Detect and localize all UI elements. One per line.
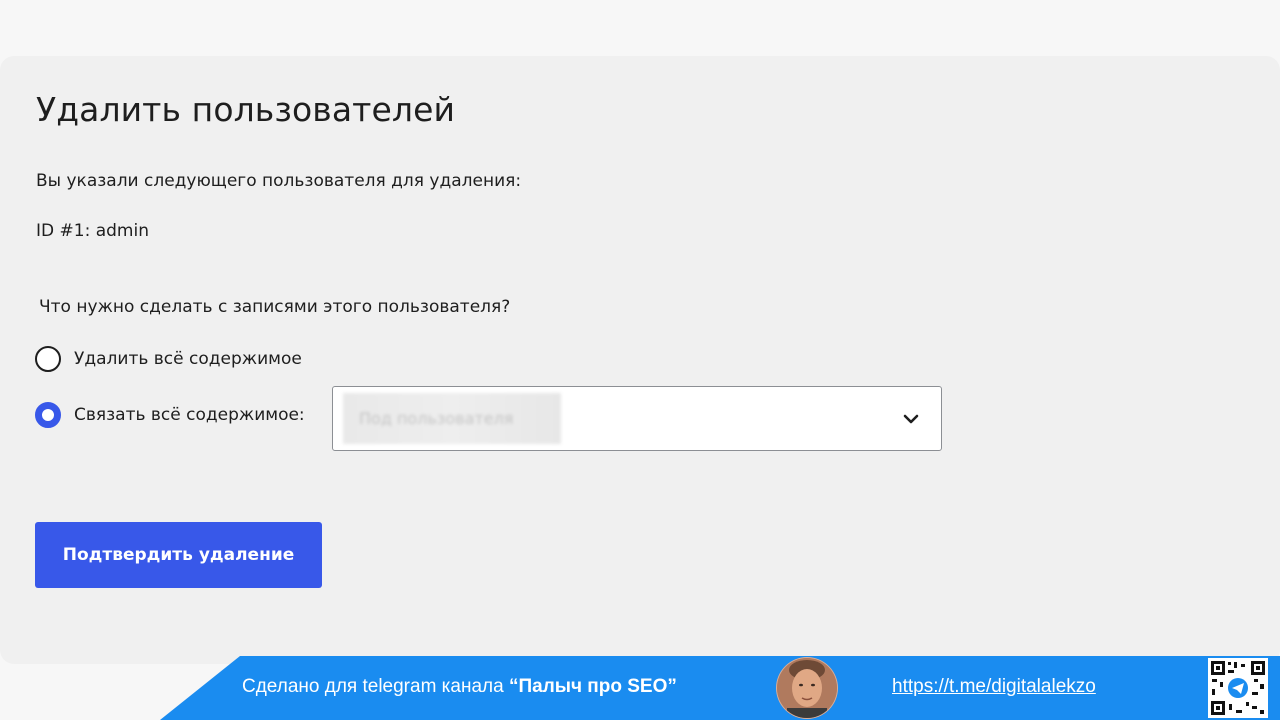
chevron-down-icon (903, 414, 919, 424)
user-id-text: ID #1: admin (36, 221, 149, 241)
confirm-delete-button[interactable]: Подтвердить удаление (35, 522, 322, 588)
attach-content-radio[interactable] (35, 402, 61, 428)
delete-content-label: Удалить всё содержимое (74, 349, 302, 369)
banner-channel-name: “Палыч про SEO” (508, 676, 677, 697)
select-value-blurred: Под пользователя (343, 393, 561, 444)
page: Удалить пользователей Вы указали следующ… (0, 0, 1280, 720)
footer-banner: Сделано для telegram канала “Палыч про S… (0, 656, 1280, 720)
banner-text-prefix: Сделано для telegram канала (242, 676, 509, 697)
avatar-face-icon (777, 658, 837, 718)
question-text: Что нужно сделать с записями этого польз… (39, 297, 511, 317)
qr-code-icon (1208, 658, 1268, 718)
reassign-user-select[interactable]: Под пользователя (332, 386, 942, 451)
delete-content-option[interactable]: Удалить всё содержимое (35, 346, 302, 372)
avatar (776, 657, 838, 719)
page-title: Удалить пользователей (36, 90, 456, 129)
banner-text: Сделано для telegram канала “Палыч про S… (242, 676, 677, 698)
intro-text: Вы указали следующего пользователя для у… (36, 171, 522, 191)
telegram-link[interactable]: https://t.me/digitalalekzo (892, 676, 1096, 698)
attach-content-label: Связать всё содержимое: (74, 405, 305, 425)
attach-content-option[interactable]: Связать всё содержимое: (35, 402, 305, 428)
delete-content-radio[interactable] (35, 346, 61, 372)
